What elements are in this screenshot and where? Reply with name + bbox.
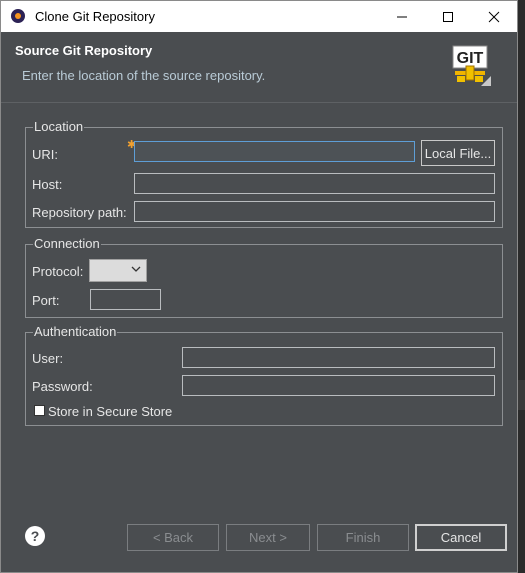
window-title: Clone Git Repository bbox=[35, 9, 155, 24]
chevron-down-icon bbox=[131, 266, 141, 272]
maximize-button[interactable] bbox=[425, 1, 471, 32]
port-label: Port: bbox=[32, 293, 60, 308]
eclipse-icon bbox=[11, 9, 25, 23]
git-logo-text: GIT bbox=[457, 50, 484, 67]
port-input[interactable] bbox=[90, 289, 161, 310]
next-button[interactable]: Next > bbox=[226, 524, 310, 551]
location-group-label: Location bbox=[33, 119, 85, 134]
password-input[interactable] bbox=[182, 375, 495, 396]
secure-store-checkbox[interactable] bbox=[34, 405, 45, 416]
background-editor-highlight bbox=[518, 380, 525, 410]
clone-git-dialog: Clone Git Repository Source Git Reposito… bbox=[0, 0, 518, 573]
repository-path-input[interactable] bbox=[134, 201, 495, 222]
finish-button[interactable]: Finish bbox=[317, 524, 409, 551]
uri-label: URI: bbox=[32, 147, 58, 162]
back-button[interactable]: < Back bbox=[127, 524, 219, 551]
password-label: Password: bbox=[32, 379, 93, 394]
background-editor bbox=[518, 0, 525, 573]
page-description: Enter the location of the source reposit… bbox=[22, 68, 266, 83]
page-title: Source Git Repository bbox=[15, 43, 153, 58]
secure-store-label[interactable]: Store in Secure Store bbox=[48, 404, 172, 419]
uri-input[interactable] bbox=[134, 141, 415, 162]
protocol-select[interactable] bbox=[89, 259, 147, 282]
close-icon bbox=[488, 11, 500, 22]
minimize-button[interactable] bbox=[379, 1, 425, 32]
authentication-group-label: Authentication bbox=[33, 324, 118, 339]
help-icon[interactable]: ? bbox=[25, 526, 45, 546]
cancel-button[interactable]: Cancel bbox=[415, 524, 507, 551]
connection-group-label: Connection bbox=[33, 236, 101, 251]
close-button[interactable] bbox=[471, 1, 517, 32]
repository-path-label: Repository path: bbox=[32, 205, 127, 220]
user-input[interactable] bbox=[182, 347, 495, 368]
host-input[interactable] bbox=[134, 173, 495, 194]
protocol-label: Protocol: bbox=[32, 264, 84, 279]
maximize-icon bbox=[443, 11, 453, 22]
minimize-icon bbox=[397, 16, 407, 17]
git-logo: GIT bbox=[451, 44, 493, 88]
wizard-header: Source Git Repository Enter the location… bbox=[1, 32, 517, 103]
title-bar: Clone Git Repository bbox=[1, 1, 517, 32]
user-label: User: bbox=[32, 351, 64, 366]
local-file-button[interactable]: Local File... bbox=[421, 140, 495, 166]
host-label: Host: bbox=[32, 177, 63, 192]
